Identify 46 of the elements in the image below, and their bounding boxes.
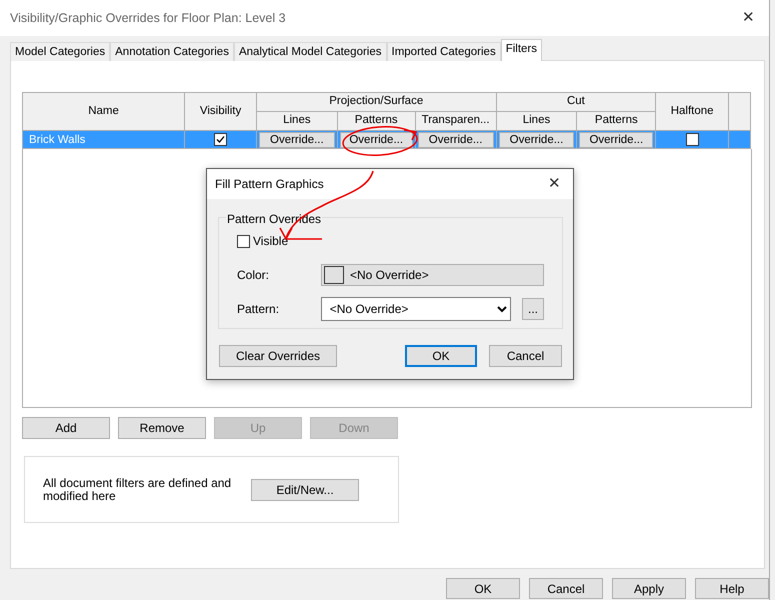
field-label: Pattern: <box>237 301 280 318</box>
column-header[interactable]: Visibility <box>184 92 256 130</box>
checkbox-label: Visible <box>253 233 288 250</box>
list-button[interactable]: Remove <box>118 417 206 439</box>
dialog-button[interactable]: Cancel <box>489 345 562 367</box>
tab[interactable]: Analytical Model Categories <box>234 42 386 61</box>
column-header[interactable]: Patterns <box>576 112 656 130</box>
column-header[interactable]: Lines <box>496 112 577 130</box>
tab[interactable]: Model Categories <box>10 42 110 61</box>
checkbox[interactable] <box>237 234 250 248</box>
dialog-title: Fill Pattern Graphics <box>215 176 324 193</box>
checkbox[interactable] <box>214 132 228 146</box>
override-button[interactable]: Override... <box>579 132 654 148</box>
tab[interactable]: Filters <box>500 39 542 61</box>
dialog-button[interactable]: Cancel <box>529 578 603 599</box>
dialog-button[interactable]: OK <box>446 578 520 599</box>
color-swatch <box>324 266 344 284</box>
dialog-button[interactable]: Apply <box>612 578 686 599</box>
filters-note: All document filters are defined and modified here <box>43 476 232 502</box>
color-field[interactable]: <No Override> <box>321 264 544 286</box>
column-header[interactable]: Cut <box>496 92 656 112</box>
edit-new-button[interactable]: Edit/New... <box>251 478 359 500</box>
list-button[interactable]: Add <box>22 417 110 439</box>
pattern-dropdown[interactable]: <No Override> <box>320 297 512 321</box>
browse-button[interactable]: ... <box>522 298 544 320</box>
column-header[interactable]: Halftone <box>656 92 729 130</box>
tab[interactable]: Imported Categories <box>386 42 501 61</box>
checkbox[interactable] <box>686 132 699 146</box>
dialog-button[interactable]: Clear Overrides <box>219 345 337 367</box>
dialog-button[interactable]: OK <box>405 345 477 367</box>
override-button[interactable]: Override... <box>340 132 413 148</box>
close-button[interactable]: ✕ <box>544 172 565 196</box>
dialog-button[interactable]: Help <box>695 578 769 599</box>
override-button[interactable]: Override... <box>258 132 335 148</box>
field-label: Color: <box>237 267 270 284</box>
column-header[interactable]: Projection/Surface <box>256 92 496 112</box>
field-value: <No Override> <box>350 267 429 284</box>
column-header[interactable]: Lines <box>256 112 338 130</box>
column-header[interactable]: Name <box>22 92 185 130</box>
table-cell: Brick Walls <box>22 130 185 148</box>
override-button[interactable]: Override... <box>498 132 574 148</box>
tab[interactable]: Annotation Categories <box>110 42 234 61</box>
override-button[interactable]: Override... <box>418 132 494 148</box>
close-button[interactable]: ✕ <box>738 6 759 30</box>
window-title: Visibility/Graphic Overrides for Floor Plan: Level 3 <box>10 10 286 27</box>
column-header[interactable]: Transparen... <box>415 112 496 130</box>
